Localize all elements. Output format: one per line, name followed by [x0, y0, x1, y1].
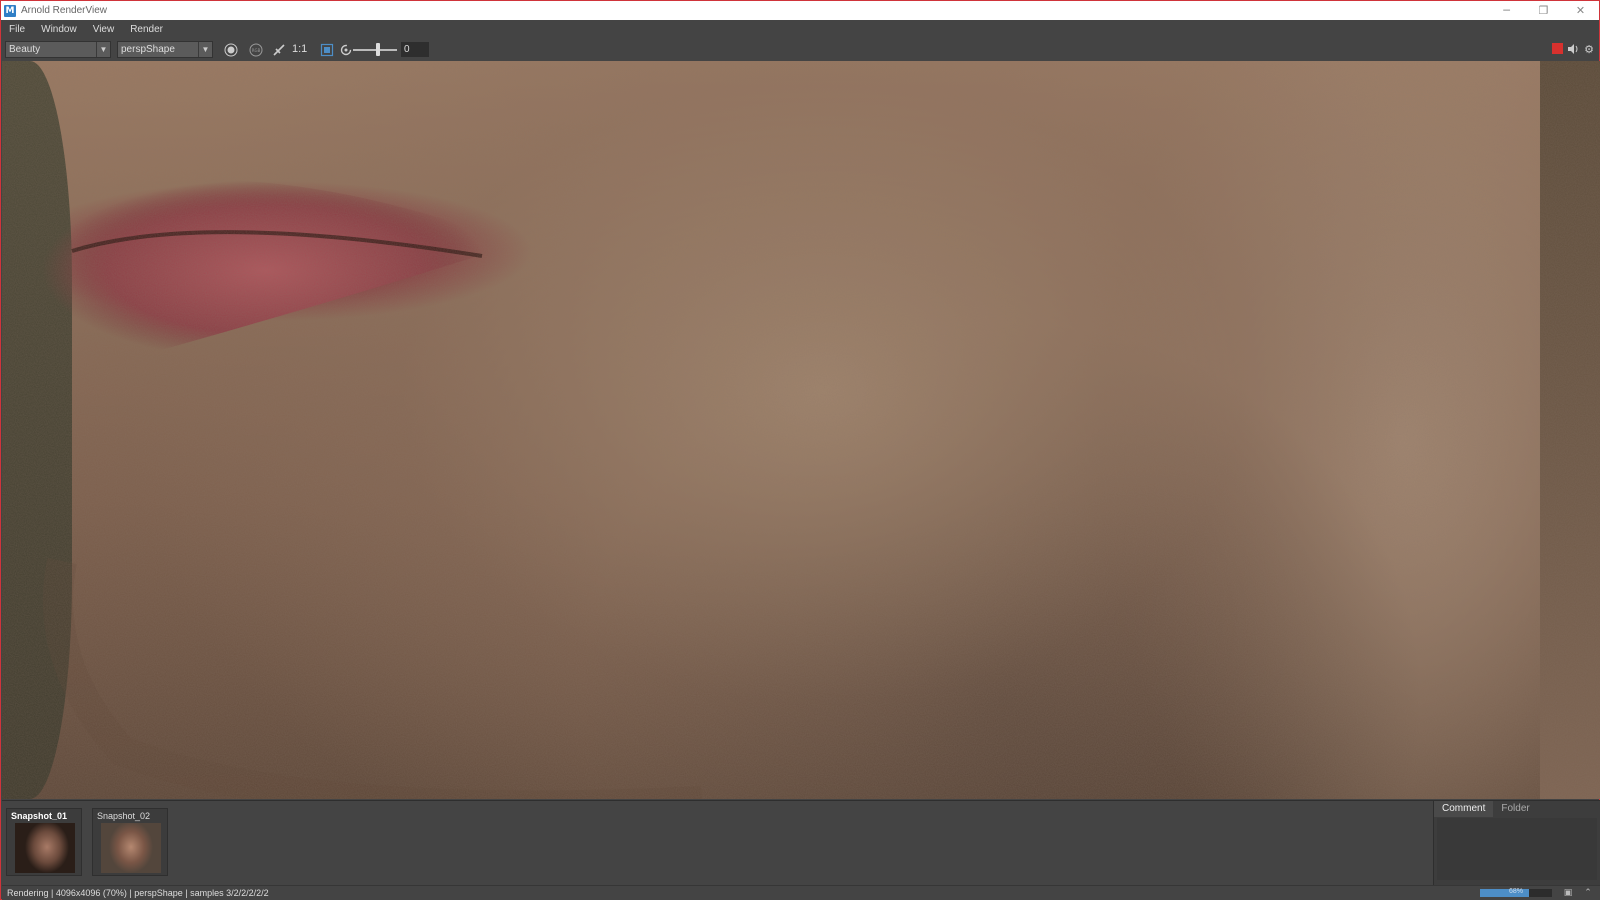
- snapshot-strip: Snapshot_01 Snapshot_02: [2, 801, 1432, 886]
- snapshot-image: [15, 823, 75, 873]
- comment-area[interactable]: [1437, 818, 1597, 880]
- menu-file[interactable]: File: [1, 24, 33, 35]
- rgb-channels-icon[interactable]: RGB: [248, 42, 264, 58]
- menu-window[interactable]: Window: [33, 24, 85, 35]
- tab-comment[interactable]: Comment: [1434, 801, 1494, 817]
- render-status-text: Rendering | 4096x4096 (70%) | perspShape…: [7, 888, 269, 898]
- tab-folder[interactable]: Folder: [1493, 801, 1537, 817]
- window-title: Arnold RenderView: [21, 5, 107, 16]
- exposure-value-field[interactable]: [401, 42, 429, 57]
- info-tabs: Comment Folder: [1434, 801, 1600, 817]
- menu-render[interactable]: Render: [122, 24, 171, 35]
- window-controls: ─ ❐ ✕: [1488, 1, 1599, 20]
- chevron-down-icon: ▼: [96, 42, 110, 57]
- crop-region-icon[interactable]: [271, 42, 287, 58]
- sound-icon[interactable]: [1565, 41, 1581, 57]
- chevron-down-icon: ▼: [198, 42, 212, 57]
- render-progress-label: 68%: [1508, 888, 1523, 895]
- minimize-button[interactable]: ─: [1488, 1, 1525, 20]
- title-bar: M Arnold RenderView ─ ❐ ✕: [1, 1, 1599, 20]
- maya-app-icon: M: [4, 4, 16, 17]
- render-viewport[interactable]: [2, 61, 1600, 799]
- close-button[interactable]: ✕: [1562, 1, 1599, 20]
- restore-button[interactable]: ❐: [1525, 1, 1562, 20]
- exposure-slider-handle[interactable]: [376, 43, 380, 56]
- status-bar: Rendering | 4096x4096 (70%) | perspShape…: [2, 885, 1600, 900]
- snapshot-thumbnail[interactable]: Snapshot_01: [6, 808, 82, 876]
- render-icon[interactable]: [223, 42, 239, 58]
- camera-dropdown-value: perspShape: [121, 44, 175, 55]
- menu-view[interactable]: View: [85, 24, 123, 35]
- aov-dropdown-value: Beauty: [9, 44, 41, 55]
- stop-render-button[interactable]: [1552, 43, 1563, 54]
- snapshot-camera-icon[interactable]: ▣: [1562, 887, 1574, 899]
- ratio-1-1-button[interactable]: 1:1: [292, 43, 307, 55]
- gear-icon[interactable]: ⚙: [1581, 41, 1597, 57]
- svg-text:RGB: RGB: [252, 48, 261, 53]
- camera-dropdown[interactable]: perspShape ▼: [117, 41, 213, 58]
- refresh-icon[interactable]: [338, 42, 354, 58]
- snapshot-info-panel: Comment Folder: [1433, 801, 1600, 886]
- snapshot-panel: Snapshot_01 Snapshot_02 Comment Folder: [2, 800, 1600, 886]
- snapshot-image: [101, 823, 161, 873]
- chevron-up-icon[interactable]: ⌃: [1582, 887, 1594, 899]
- aov-dropdown[interactable]: Beauty ▼: [5, 41, 111, 58]
- rendered-face-image: [2, 61, 1600, 799]
- menu-bar: File Window View Render: [1, 20, 1599, 39]
- snapshot-thumbnail[interactable]: Snapshot_02: [92, 808, 168, 876]
- snapshot-label: Snapshot_02: [97, 811, 151, 821]
- arnold-renderview-window: M Arnold RenderView ─ ❐ ✕ File Window Vi…: [0, 0, 1600, 900]
- toolbar: Beauty ▼ perspShape ▼ RGB 1:1 ⚙: [1, 39, 1599, 61]
- render-progress-bar: 68%: [1480, 888, 1552, 897]
- exposure-slider-track[interactable]: [353, 49, 397, 51]
- frame-region-icon[interactable]: [319, 42, 335, 58]
- snapshot-label: Snapshot_01: [11, 811, 68, 821]
